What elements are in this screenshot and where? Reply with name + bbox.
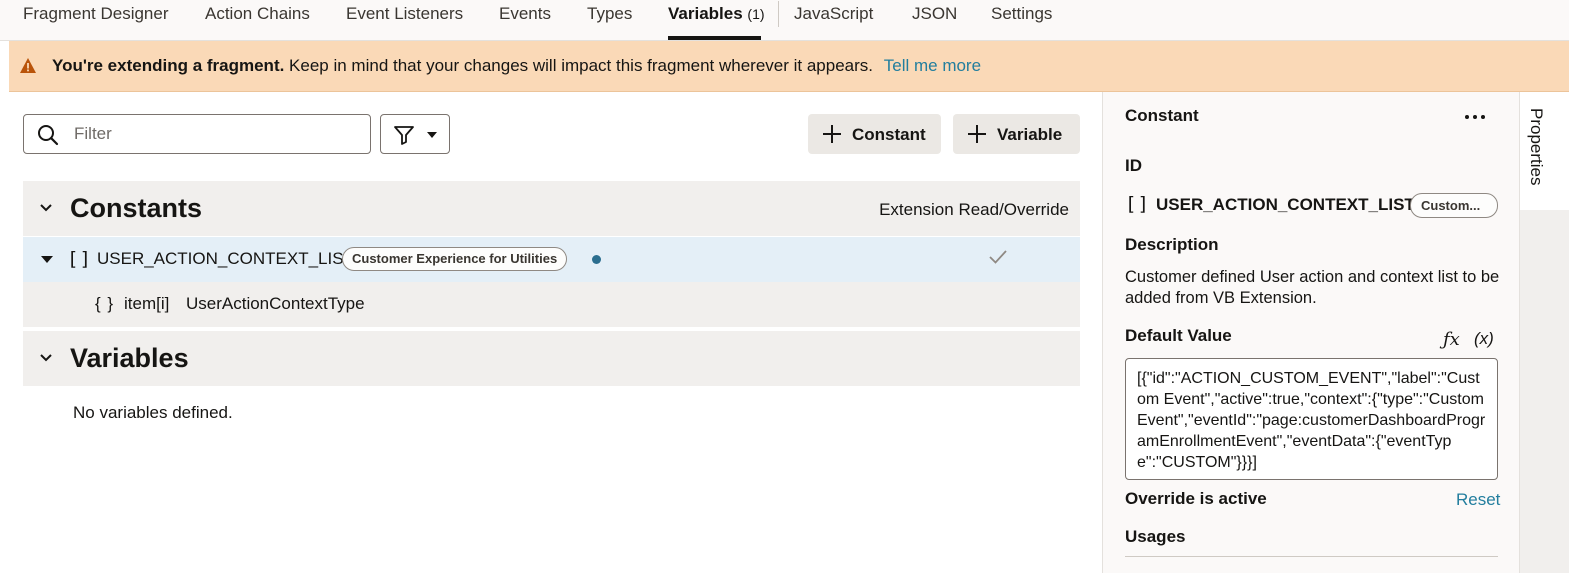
tab-variables[interactable]: Variables (1) xyxy=(668,0,765,41)
tab-events[interactable]: Events xyxy=(499,0,551,41)
filter-input[interactable] xyxy=(74,122,354,146)
add-variable-button[interactable]: Variable xyxy=(953,114,1080,154)
expression-editor-icon[interactable]: ƒx xyxy=(1443,329,1460,350)
chevron-down-icon[interactable] xyxy=(40,354,52,362)
variables-section-header[interactable]: Variables xyxy=(23,331,1080,386)
warning-icon xyxy=(20,58,36,73)
variable-picker-icon[interactable]: (x) xyxy=(1474,329,1494,349)
chevron-down-icon xyxy=(427,132,437,138)
tab-event-listeners[interactable]: Event Listeners xyxy=(346,0,463,41)
add-constant-label: Constant xyxy=(852,125,926,144)
properties-panel: Constant ID [] USER_ACTION_CONTEXT_LIST … xyxy=(1102,92,1519,573)
funnel-icon xyxy=(394,126,414,145)
id-label: ID xyxy=(1125,156,1142,175)
search-icon xyxy=(38,125,59,146)
constants-section-title: Constants xyxy=(70,193,203,223)
object-type-icon: { } xyxy=(95,294,115,313)
constant-row[interactable]: [] USER_ACTION_CONTEXT_LIST Customer Exp… xyxy=(23,237,1080,282)
override-status-label: Override is active xyxy=(1125,489,1267,508)
designer-tab-bar: Fragment Designer Action Chains Event Li… xyxy=(0,0,1569,41)
tab-settings[interactable]: Settings xyxy=(991,0,1052,41)
child-item-type: UserActionContextType xyxy=(186,294,365,313)
add-variable-label: Variable xyxy=(997,125,1063,144)
child-item-name: item[i] xyxy=(124,294,170,313)
chevron-down-icon[interactable] xyxy=(40,204,52,212)
active-tab-indicator xyxy=(668,36,761,40)
array-type-icon: [] xyxy=(67,248,92,270)
description-label: Description xyxy=(1125,235,1219,254)
filter-options-button[interactable] xyxy=(380,114,450,154)
reset-link[interactable]: Reset xyxy=(1456,490,1500,510)
expand-triangle-icon[interactable] xyxy=(41,256,53,263)
tab-action-chains[interactable]: Action Chains xyxy=(205,0,310,41)
tab-variables-count: (1) xyxy=(747,6,765,22)
array-type-icon: [] xyxy=(1125,193,1150,215)
checkmark-icon xyxy=(989,250,1007,264)
extension-badge: Custom... xyxy=(1410,193,1498,218)
plus-icon xyxy=(823,125,841,143)
usages-divider xyxy=(1125,556,1498,557)
tab-divider xyxy=(778,1,779,27)
constant-id-value: USER_ACTION_CONTEXT_LIST xyxy=(1156,195,1415,214)
default-value-field[interactable]: [{"id":"ACTION_CUSTOM_EVENT","label":"Cu… xyxy=(1125,358,1498,480)
extension-badge: Customer Experience for Utilities xyxy=(342,247,568,271)
tab-fragment-designer[interactable]: Fragment Designer xyxy=(23,0,169,41)
properties-rail-tab[interactable]: Properties xyxy=(1519,92,1569,210)
constant-name: USER_ACTION_CONTEXT_LIST xyxy=(97,249,354,268)
tab-json[interactable]: JSON xyxy=(912,0,957,41)
banner-body-text: Keep in mind that your changes will impa… xyxy=(284,56,874,75)
plus-icon xyxy=(968,125,986,143)
constants-section-header[interactable]: Constants Extension Read/Override xyxy=(23,181,1080,236)
constant-child-row[interactable]: { } item[i] UserActionContextType xyxy=(23,282,1080,327)
tab-javascript[interactable]: JavaScript xyxy=(794,0,873,41)
default-value-label: Default Value xyxy=(1125,326,1232,345)
banner-message: You're extending a fragment. Keep in min… xyxy=(52,56,981,76)
filter-field[interactable] xyxy=(23,114,371,154)
more-options-icon[interactable] xyxy=(1464,106,1486,126)
usages-label: Usages xyxy=(1125,527,1186,546)
tell-me-more-link[interactable]: Tell me more xyxy=(884,56,981,75)
side-rail-lower xyxy=(1519,210,1569,573)
extension-read-override-header: Extension Read/Override xyxy=(879,200,1069,219)
banner-bold-text: You're extending a fragment. xyxy=(52,56,285,75)
tab-types[interactable]: Types xyxy=(587,0,632,41)
variables-section-title: Variables xyxy=(70,343,189,373)
properties-rail-label: Properties xyxy=(1527,108,1546,186)
description-text[interactable]: Customer defined User action and context… xyxy=(1125,267,1500,309)
add-constant-button[interactable]: Constant xyxy=(808,114,941,154)
panel-title: Constant xyxy=(1125,106,1199,125)
no-variables-message: No variables defined. xyxy=(73,403,233,422)
tab-variables-label: Variables xyxy=(668,4,743,23)
extension-warning-banner: You're extending a fragment. Keep in min… xyxy=(9,41,1569,92)
modified-indicator-dot xyxy=(592,255,601,264)
